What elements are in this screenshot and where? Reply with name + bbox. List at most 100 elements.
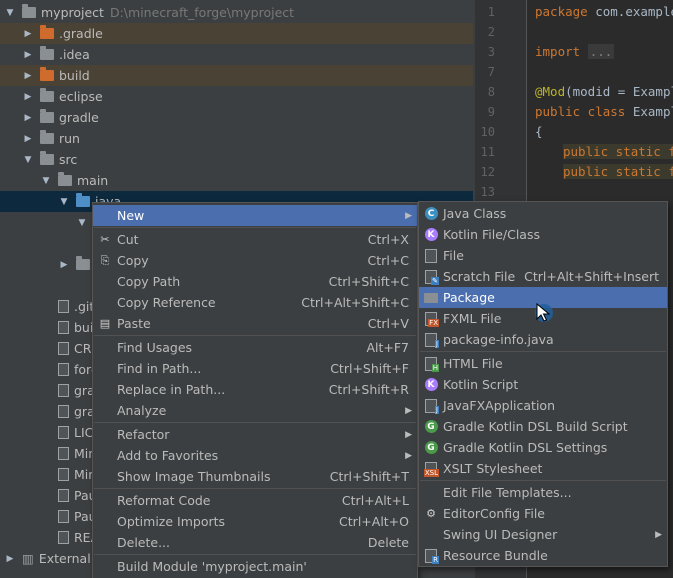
- tree-item[interactable]: ▶ .idea: [0, 44, 473, 65]
- tree-item[interactable]: ▶ gradle: [0, 107, 473, 128]
- tree-item-label: run: [59, 131, 80, 146]
- file-icon: [58, 510, 69, 523]
- new-item-file[interactable]: File: [419, 245, 667, 266]
- menu-item-shortcut: Ctrl+Alt+Shift+C: [301, 295, 409, 310]
- new-item-edit-file-templates[interactable]: Edit File Templates...: [419, 482, 667, 503]
- menu-item-optimize-imports[interactable]: Optimize Imports Ctrl+Alt+O: [93, 511, 417, 532]
- menu-item-label: Find in Path...: [117, 361, 202, 376]
- menu-item-label: Copy: [117, 253, 149, 268]
- file-icon: [58, 468, 69, 481]
- menu-item-label: Refactor: [117, 427, 170, 442]
- menu-item-label: Build Module 'myproject.main': [117, 559, 307, 574]
- tree-item[interactable]: ▶ .gradle: [0, 23, 473, 44]
- collapse-arrow-icon[interactable]: ▶: [58, 260, 70, 270]
- tree-item[interactable]: ▼ main: [0, 170, 473, 191]
- new-item-gradle-kotlin-dsl-build-script[interactable]: G Gradle Kotlin DSL Build Script: [419, 416, 667, 437]
- menu-item-copy-path[interactable]: Copy Path Ctrl+Shift+C: [93, 271, 417, 292]
- menu-item-delete[interactable]: Delete... Delete: [93, 532, 417, 553]
- menu-item-shortcut: Ctrl+Shift+F: [330, 361, 409, 376]
- new-item-html-file[interactable]: H HTML File: [419, 353, 667, 374]
- tree-item-label: gradle: [59, 110, 99, 125]
- menu-item-copy-reference[interactable]: Copy Reference Ctrl+Alt+Shift+C: [93, 292, 417, 313]
- menu-item-label: Cut: [117, 232, 139, 247]
- gradle-kotlin-dsl-settings-icon: G: [423, 440, 439, 456]
- new-item-javafxapplication[interactable]: J JavaFXApplication: [419, 395, 667, 416]
- collapse-arrow-icon[interactable]: ▶: [22, 92, 34, 102]
- expand-arrow-icon[interactable]: ▼: [76, 218, 88, 228]
- menu-item-analyze[interactable]: Analyze ▶: [93, 400, 417, 421]
- new-item-kotlin-script[interactable]: K Kotlin Script: [419, 374, 667, 395]
- new-item-resource-bundle[interactable]: R Resource Bundle: [419, 545, 667, 566]
- collapse-arrow-icon[interactable]: ▶: [22, 113, 34, 123]
- menu-item-label: Package: [443, 290, 495, 305]
- scissors-icon: ✂: [100, 233, 110, 246]
- expand-arrow-icon[interactable]: ▼: [4, 8, 16, 18]
- folder-icon: [40, 88, 54, 102]
- menu-item-show-image-thumbnails[interactable]: Show Image Thumbnails Ctrl+Shift+T: [93, 466, 417, 487]
- menu-separator: [94, 422, 416, 423]
- menu-item-label: Optimize Imports: [117, 514, 226, 529]
- file-icon: [58, 321, 69, 334]
- menu-item-build-module-myproject-main[interactable]: Build Module 'myproject.main': [93, 556, 417, 577]
- tree-item[interactable]: ▶ eclipse: [0, 86, 473, 107]
- menu-item-label: Scratch File: [443, 269, 516, 284]
- tree-item-label: .gradle: [59, 26, 103, 41]
- menu-item-cut[interactable]: ✂ Cut Ctrl+X: [93, 229, 417, 250]
- folder-icon: [22, 4, 36, 18]
- file-icon: [58, 405, 69, 418]
- submenu-arrow-icon: ▶: [655, 529, 662, 540]
- collapse-arrow-icon[interactable]: ▶: [22, 29, 34, 39]
- new-item-xslt-stylesheet[interactable]: XSL XSLT Stylesheet: [419, 458, 667, 479]
- new-item-kotlin-file-class[interactable]: K Kotlin File/Class: [419, 224, 667, 245]
- package-folder-icon: [423, 290, 439, 306]
- menu-item-find-usages[interactable]: Find Usages Alt+F7: [93, 337, 417, 358]
- new-item-editorconfig-file[interactable]: ⚙ EditorConfig File: [419, 503, 667, 524]
- file-icon: [58, 426, 69, 439]
- line-number: 3: [487, 45, 495, 59]
- code-line-10: {: [535, 124, 543, 139]
- scratch-file-icon: ✎: [423, 269, 439, 285]
- menu-item-copy[interactable]: ⎘ Copy Ctrl+C: [93, 250, 417, 271]
- folder-icon: [40, 109, 54, 123]
- collapse-arrow-icon[interactable]: ▶: [22, 50, 34, 60]
- new-item-scratch-file[interactable]: ✎ Scratch File Ctrl+Alt+Shift+Insert: [419, 266, 667, 287]
- html-file-icon: H: [423, 356, 439, 372]
- menu-item-paste[interactable]: ▤ Paste Ctrl+V: [93, 313, 417, 334]
- menu-separator: [420, 351, 666, 352]
- menu-item-new[interactable]: New ▶: [93, 205, 417, 226]
- tree-item[interactable]: ▶ run: [0, 128, 473, 149]
- tree-item[interactable]: ▼ src: [0, 149, 473, 170]
- menu-item-reformat-code[interactable]: Reformat Code Ctrl+Alt+L: [93, 490, 417, 511]
- icon-spacer: [423, 527, 439, 543]
- collapse-arrow-icon[interactable]: ▶: [22, 71, 34, 81]
- clipboard-icon: ▤: [99, 317, 111, 330]
- menu-item-label: Show Image Thumbnails: [117, 469, 271, 484]
- expand-arrow-icon[interactable]: ▼: [40, 176, 52, 186]
- tree-item[interactable]: ▶ build: [0, 65, 473, 86]
- expand-arrow-icon[interactable]: ▼: [22, 155, 34, 165]
- context-menu: New ▶ ✂ Cut Ctrl+X ⎘ Copy Ctrl+C Copy Path Ctrl+S…: [92, 202, 418, 578]
- new-item-gradle-kotlin-dsl-settings[interactable]: G Gradle Kotlin DSL Settings: [419, 437, 667, 458]
- menu-item-add-to-favorites[interactable]: Add to Favorites ▶: [93, 445, 417, 466]
- menu-item-find-in-path[interactable]: Find in Path... Ctrl+Shift+F: [93, 358, 417, 379]
- menu-item-refactor[interactable]: Refactor ▶: [93, 424, 417, 445]
- menu-item-label: Copy Reference: [117, 295, 216, 310]
- collapse-arrow-icon[interactable]: ▶: [22, 134, 34, 144]
- code-line-3: import ...: [535, 44, 615, 59]
- collapse-arrow-icon[interactable]: ▶: [4, 554, 16, 564]
- new-item-swing-ui-designer[interactable]: Swing UI Designer ▶: [419, 524, 667, 545]
- file-icon: [58, 342, 69, 355]
- file-icon: [423, 248, 439, 264]
- new-item-java-class[interactable]: C Java Class: [419, 203, 667, 224]
- code-line-9: public class Example: [535, 104, 673, 119]
- menu-item-shortcut: Delete: [367, 535, 409, 550]
- line-number: 7: [487, 65, 495, 79]
- menu-separator: [94, 227, 416, 228]
- gradle-kotlin-dsl-build-script-icon: G: [423, 419, 439, 435]
- new-item-package-info-java[interactable]: Jpackage-info.java: [419, 329, 667, 350]
- menu-item-shortcut: Ctrl+X: [367, 232, 409, 247]
- menu-item-replace-in-path[interactable]: Replace in Path... Ctrl+Shift+R: [93, 379, 417, 400]
- tree-item[interactable]: ▼ myproject D:\minecraft_forge\myproject: [0, 2, 473, 23]
- menu-item-label: Paste: [117, 316, 151, 331]
- expand-arrow-icon[interactable]: ▼: [58, 197, 70, 207]
